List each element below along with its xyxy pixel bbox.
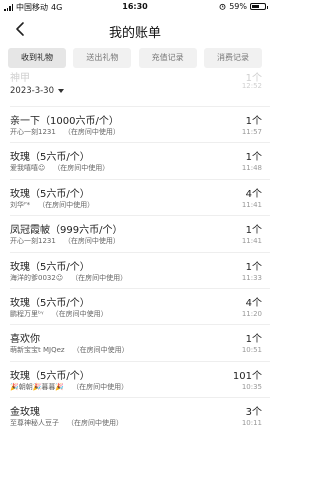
row-divider (10, 106, 270, 107)
page-title: 我的账单 (108, 26, 161, 41)
status-right: 59% (219, 2, 268, 11)
gift-count: 1个 (245, 152, 262, 164)
gift-title: 玫瑰（5六币/个） (10, 188, 90, 200)
alarm-icon (219, 3, 226, 10)
tab-received-gifts[interactable]: 收到礼物 (8, 48, 66, 68)
list-item[interactable]: 喜欢你 1个萌新宝宝t MJQez （在房间中使用） 10:51 (0, 324, 270, 360)
gift-sender-line: 刘华ᴾ* （在房间中使用） (10, 200, 94, 210)
gift-time: 11:41 (241, 237, 262, 246)
list-item[interactable]: 玫瑰（5六币/个） 1个爱我嘻嘻☺ （在房间中使用） 11:48 (0, 142, 270, 178)
gift-count: 1个 (245, 225, 262, 237)
gift-time: 11:57 (241, 128, 262, 136)
gift-sender-line: 鹏程万里ᵇᵞ （在房间中使用） (10, 309, 108, 319)
gift-sender-line: 至尊神秘人豆子 （在房间中使用） (10, 418, 123, 428)
gift-count: 4个 (245, 298, 262, 309)
nav-bar: 我的账单 (0, 14, 270, 44)
gift-time: 10:11 (241, 419, 262, 428)
gift-time: 11:33 (241, 273, 262, 282)
tab-spending-records[interactable]: 消费记录 (203, 48, 262, 68)
list-item[interactable]: 凤冠霞帔（999六币/个） 1个开心一刻1231 （在房间中使用） 11:41 (0, 215, 270, 251)
caret-down-icon (58, 89, 64, 93)
gift-time: 10:35 (241, 382, 262, 391)
gift-title: 喜欢你 (10, 334, 40, 346)
date-filter-dropdown[interactable]: 2023-3-30 (10, 86, 64, 96)
gift-sender-line: 海洋的爹0032☺ （在房间中使用） (10, 273, 127, 283)
status-bar: 中国移动 4G 16:30 59% (0, 0, 270, 14)
row-divider (10, 215, 270, 217)
row-divider (10, 288, 270, 289)
gift-sender-line: 爱我嘻嘻☺ （在房间中使用） (10, 163, 109, 173)
sender-name: 至尊神秘人豆子 (10, 419, 59, 428)
battery-percent: 59% (229, 2, 247, 11)
sender-name: 海洋的爹0032☺ (10, 273, 64, 282)
usage-note: （在房间中使用） (72, 346, 129, 355)
battery-icon (250, 3, 268, 10)
gift-title: 玫瑰（5六币/个） (10, 298, 90, 309)
battery-fill (252, 5, 260, 8)
gift-time: 11:41 (241, 200, 262, 209)
gift-count: 1个 (245, 116, 262, 127)
gift-sender-line: 开心一刻1231 （在房间中使用） (10, 127, 120, 137)
list-item[interactable]: 玫瑰（5六币/个） 101个 🎉朝朝🎉暮暮🎉 （在房间中使用） 10:35 (0, 360, 270, 397)
sender-name: 开心一刻1231 (10, 128, 56, 136)
list-item[interactable]: 玫瑰（5六币/个） 4个鹏程万里ᵇᵞ （在房间中使用） 11:20 (0, 288, 270, 324)
tab-sent-gifts[interactable]: 送出礼物 (73, 48, 132, 68)
row-divider (10, 142, 270, 144)
tab-recharge-records[interactable]: 充值记录 (138, 48, 197, 68)
list-item[interactable]: 玫瑰（5六币/个） 1个海洋的爹0032☺ （在房间中使用） 11:33 (0, 251, 270, 288)
gift-sender-line: 开心一刻1231 （在房间中使用） (10, 236, 120, 246)
gift-title: 玫瑰（5六币/个） (10, 152, 90, 164)
gift-time: 11:48 (241, 164, 262, 173)
usage-note: （在房间中使用） (63, 128, 120, 136)
gift-title: 金玫瑰 (10, 407, 40, 419)
gift-count: 1个 (245, 261, 262, 273)
gift-time: 12:52 (241, 82, 262, 90)
row-divider (10, 360, 270, 362)
row-divider (10, 251, 270, 253)
usage-note: （在房间中使用） (72, 382, 129, 391)
gift-count: 1个 (245, 334, 262, 346)
row-divider (10, 397, 270, 399)
gift-sender-line: 萌新宝宝t MJQez （在房间中使用） (10, 345, 129, 355)
sender-name: 鹏程万里ᵇᵞ (10, 310, 44, 318)
list-item[interactable]: 金玫瑰 3个至尊神秘人豆子 （在房间中使用） 10:11 (0, 397, 270, 433)
sender-name: 爱我嘻嘻☺ (10, 164, 46, 173)
usage-note: （在房间中使用） (71, 273, 128, 282)
tab-bar: 收到礼物 送出礼物 充值记录 消费记录 (0, 48, 270, 70)
usage-note: （在房间中使用） (51, 310, 108, 318)
list-item-partial: 神甲 1个 12:52 (10, 72, 262, 90)
usage-note: （在房间中使用） (63, 237, 120, 246)
sender-name: 萌新宝宝t MJQez (10, 346, 65, 355)
gift-title: 神甲 (10, 73, 30, 84)
sender-name: 🎉朝朝🎉暮暮🎉 (10, 382, 65, 391)
sender-name: 刘华ᴾ* (10, 200, 31, 209)
gift-time: 10:51 (241, 346, 262, 355)
list-item[interactable]: 玫瑰（5六币/个） 4个刘华ᴾ* （在房间中使用） 11:41 (0, 178, 270, 215)
sender-name: 开心一刻1231 (10, 237, 56, 246)
row-divider (10, 324, 270, 326)
usage-note: （在房间中使用） (67, 419, 123, 428)
list-item[interactable]: 亲一下（1000六币/个） 1个开心一刻1231 （在房间中使用） 11:57 (0, 106, 270, 142)
gift-title: 亲一下（1000六币/个） (10, 116, 119, 127)
gift-record-list: 神甲 1个 12:52 2023-3-30 亲一下（1000六币/个） 1个 开心一… (0, 72, 270, 480)
date-filter-value: 2023-3-30 (10, 86, 54, 96)
gift-time: 11:20 (241, 310, 262, 318)
gift-count: 3个 (245, 407, 262, 419)
gift-sender-line: 🎉朝朝🎉暮暮🎉 （在房间中使用） (10, 382, 128, 392)
gift-count: 4个 (245, 188, 262, 200)
gift-title: 玫瑰（5六币/个） (10, 261, 90, 273)
row-divider (10, 178, 270, 180)
usage-note: （在房间中使用） (38, 200, 95, 209)
gift-title: 凤冠霞帔（999六币/个） (10, 225, 123, 237)
gift-title: 玫瑰（5六币/个） (10, 370, 90, 382)
gift-count: 101个 (232, 370, 262, 382)
usage-note: （在房间中使用） (53, 164, 110, 173)
